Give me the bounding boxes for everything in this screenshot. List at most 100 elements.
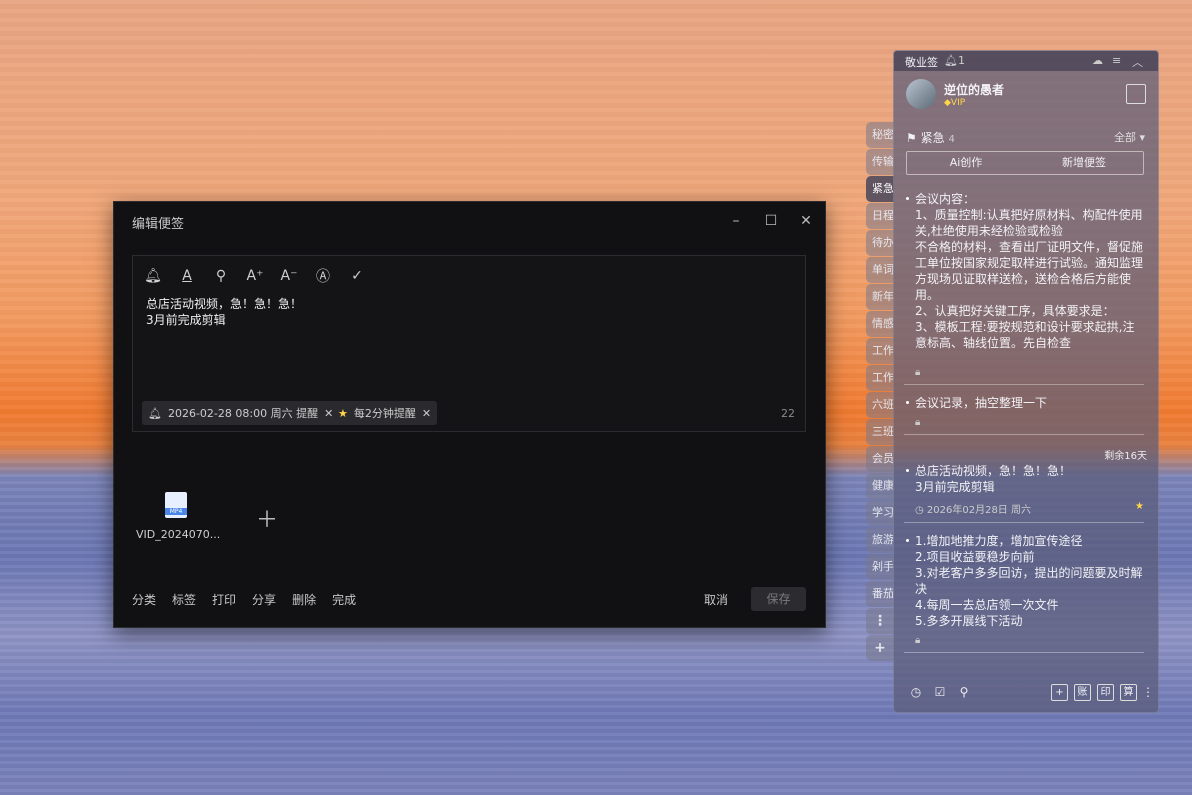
filter-dropdown[interactable]: 全部 ▾ (1114, 129, 1145, 145)
print-button[interactable]: 打印 (212, 591, 236, 608)
tab-category[interactable]: 学习 (866, 500, 894, 526)
edit-note-dialog: 编辑便签 – ☐ ✕ 🔔︎ A ⚲ A⁺ A⁻ Ⓐ ✓ 总店活动视频，急！急！急… (113, 201, 826, 628)
tab-category[interactable]: 健康 (866, 473, 894, 499)
tab-category[interactable]: 新年 (866, 284, 894, 310)
note-editor[interactable]: 🔔︎ A ⚲ A⁺ A⁻ Ⓐ ✓ 总店活动视频，急！急！急！ 3月前完成剪辑 🔔… (132, 255, 806, 432)
lock-icon: 🔒︎ (915, 367, 921, 378)
calculator-button[interactable]: 算 (1120, 684, 1137, 701)
ai-create-button[interactable]: Ai创作 (907, 152, 1025, 174)
tab-category[interactable]: 三班 (866, 419, 894, 445)
tab-category[interactable]: 情感 (866, 311, 894, 337)
category-tabs: 秘密 传输 紧急 日程 待办 单词 新年 情感 工作 工作 六班 三班 会员 健… (866, 122, 894, 662)
text-style-icon[interactable]: Ⓐ (313, 266, 333, 286)
checkmark-icon[interactable]: ✓ (347, 266, 367, 286)
bell-icon: 🔔︎ (148, 406, 162, 420)
divider (904, 384, 1144, 385)
tab-category[interactable]: 工作 (866, 338, 894, 364)
calendar-icon[interactable] (1126, 84, 1146, 104)
divider (904, 652, 1144, 653)
cancel-button[interactable]: 取消 (704, 591, 728, 608)
dialog-actions: 分类 标签 打印 分享 删除 完成 (132, 591, 356, 608)
history-icon[interactable]: ◷ (908, 684, 924, 700)
minimize-icon[interactable]: – (726, 211, 746, 231)
tab-category[interactable]: 剁手 (866, 554, 894, 580)
content-line: 3月前完成剪辑 (146, 313, 226, 327)
note-item[interactable]: 会议内容： 1、质量控制:认真把好原材料、构配件使用关,杜绝使用未经检验或检验 … (904, 191, 1144, 361)
note-content[interactable]: 总店活动视频，急！急！急！ 3月前完成剪辑 (146, 296, 302, 328)
repeat-chip[interactable]: ★ 每2分钟提醒 ✕ (332, 401, 438, 425)
note-text: 会议内容： 1、质量控制:认真把好原材料、构配件使用关,杜绝使用未经检验或检验 … (904, 191, 1144, 351)
editor-toolbar: 🔔︎ A ⚲ A⁺ A⁻ Ⓐ ✓ (143, 266, 367, 290)
cloud-sync-icon[interactable]: ☁ (1092, 54, 1103, 67)
note-item[interactable]: 1.增加地推力度，增加宣传途径 2.项目收益要稳步向前 3.对老客户多多回访，提… (904, 533, 1144, 629)
tab-category[interactable]: 会员 (866, 446, 894, 472)
tab-category[interactable]: 六班 (866, 392, 894, 418)
reminder-chip-label: 2026-02-28 08:00 周六 提醒 (167, 407, 319, 420)
user-profile[interactable]: 逆位的愚者 ◆VIP (906, 79, 1004, 109)
menu-icon[interactable]: ≡ (1112, 54, 1121, 67)
star-icon: ★ (338, 406, 348, 420)
tab-category[interactable]: 日程 (866, 203, 894, 229)
print-button[interactable]: 印 (1097, 684, 1114, 701)
notes-list: 会议内容： 1、质量控制:认真把好原材料、构配件使用关,杜绝使用未经检验或检验 … (904, 191, 1144, 663)
tab-category[interactable]: 番茄 (866, 581, 894, 607)
more-tabs-icon[interactable]: ⋮ (866, 608, 894, 634)
reminder-bell-icon[interactable]: 🔔︎ (143, 266, 163, 286)
add-attachment-icon[interactable]: ＋ (256, 502, 278, 534)
tab-category[interactable]: 工作 (866, 365, 894, 391)
divider (904, 434, 1144, 435)
delete-button[interactable]: 删除 (292, 591, 316, 608)
repeat-chip-label: 每2分钟提醒 (353, 407, 416, 420)
note-text: 会议记录，抽空整理一下 (904, 395, 1144, 411)
font-increase-icon[interactable]: A⁺ (245, 266, 265, 286)
avatar (906, 79, 936, 109)
maximize-icon[interactable]: ☐ (761, 211, 781, 231)
category-name: 紧急 (920, 131, 945, 145)
font-decrease-icon[interactable]: A⁻ (279, 266, 299, 286)
tab-category-active[interactable]: 紧急 (866, 176, 894, 202)
search-icon[interactable]: ⚲ (956, 684, 972, 700)
reminder-chip[interactable]: 🔔︎ 2026-02-28 08:00 周六 提醒 ✕ (142, 401, 340, 425)
category-button[interactable]: 分类 (132, 591, 156, 608)
bookmark-icon: ⚑ (906, 131, 917, 145)
tab-category[interactable]: 传输 (866, 149, 894, 175)
attachment-file[interactable]: MP4 VID_2024070... (136, 492, 221, 541)
current-category: ⚑ 紧急 4 (906, 129, 955, 146)
tag-button[interactable]: 标签 (172, 591, 196, 608)
video-file-icon: MP4 (165, 492, 187, 518)
note-text: 1.增加地推力度，增加宣传途径 2.项目收益要稳步向前 3.对老客户多多回访，提… (904, 533, 1144, 629)
vip-badge: ◆VIP (944, 98, 966, 108)
username: 逆位的愚者 (944, 83, 1005, 97)
panel-footer: ◷ ☑ ⚲ + 账 印 算 ⋮ (894, 676, 1158, 712)
more-icon[interactable]: ⋮ (1140, 684, 1156, 700)
tab-category[interactable]: 秘密 (866, 122, 894, 148)
text-color-icon[interactable]: A (177, 266, 197, 286)
save-button[interactable]: 保存 (751, 587, 806, 611)
panel-buttons: Ai创作 新增便签 (906, 151, 1144, 175)
account-button[interactable]: 账 (1074, 684, 1091, 701)
app-name: 敬业签 (905, 56, 938, 69)
notes-panel: 敬业签 🔔︎1 ☁ ≡ ︿ 逆位的愚者 ◆VIP ⚑ 紧急 4 全部 ▾ Ai创… (893, 50, 1159, 713)
tab-category[interactable]: 待办 (866, 230, 894, 256)
add-category-icon[interactable]: + (866, 635, 894, 661)
add-icon[interactable]: + (1051, 684, 1068, 701)
collapse-icon[interactable]: ︿ (1132, 54, 1143, 70)
complete-button[interactable]: 完成 (332, 591, 356, 608)
note-text: 总店活动视频，急！急！急！ 3月前完成剪辑 (904, 463, 1144, 495)
panel-titlebar: 敬业签 🔔︎1 ☁ ≡ ︿ (894, 51, 1158, 71)
share-button[interactable]: 分享 (252, 591, 276, 608)
note-item[interactable]: 总店活动视频，急！急！急！ 3月前完成剪辑 ◷ 2026年02月28日 周六 ★ (904, 463, 1144, 516)
lock-icon: 🔒︎ (915, 417, 921, 428)
tab-category[interactable]: 单词 (866, 257, 894, 283)
remove-repeat-icon[interactable]: ✕ (422, 407, 431, 420)
notification-icon[interactable]: 🔔︎1 (944, 54, 965, 67)
tab-category[interactable]: 旅游 (866, 527, 894, 553)
note-item[interactable]: 会议记录，抽空整理一下 (904, 395, 1144, 411)
todo-icon[interactable]: ☑ (932, 684, 948, 700)
search-icon[interactable]: ⚲ (211, 266, 231, 286)
dialog-title: 编辑便签 (132, 217, 185, 232)
lock-icon: 🔒︎ (915, 635, 921, 646)
attachment-name: VID_2024070... (136, 528, 221, 541)
new-note-button[interactable]: 新增便签 (1025, 152, 1143, 174)
close-icon[interactable]: ✕ (796, 211, 816, 231)
